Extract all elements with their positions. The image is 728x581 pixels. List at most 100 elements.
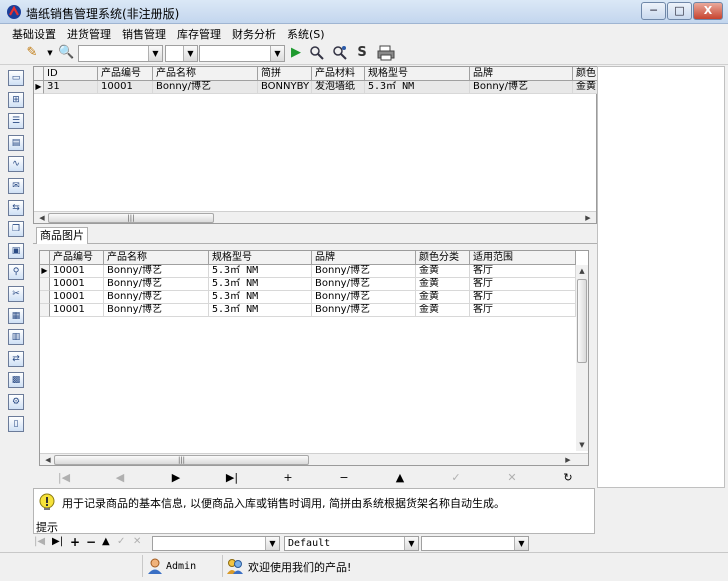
scroll-thumb[interactable] <box>577 279 587 363</box>
chevron-down-icon[interactable]: ▼ <box>183 46 197 61</box>
dropdown-arrow-icon[interactable]: ▼ <box>42 45 58 61</box>
chevron-down-icon[interactable]: ▼ <box>270 46 284 61</box>
column-header[interactable]: 产品材料 <box>312 67 365 81</box>
pencil-icon[interactable]: ✎ <box>24 45 40 61</box>
column-header[interactable]: 品牌 <box>470 67 573 81</box>
export-icon[interactable]: ⇆ <box>8 199 24 216</box>
column-header[interactable]: 适用范围 <box>470 251 576 265</box>
table-cell[interactable]: 金黄 <box>416 291 470 304</box>
table-cell[interactable]: 5.3㎡ NM <box>209 265 312 278</box>
menu-sales[interactable]: 销售管理 <box>122 26 166 42</box>
user-settings-icon[interactable]: ⚙ <box>8 394 24 410</box>
menu-purchase[interactable]: 进货管理 <box>67 26 111 42</box>
column-header[interactable]: 规格型号 <box>365 67 470 81</box>
chevron-down-icon[interactable]: ▼ <box>148 46 162 61</box>
find-next-icon[interactable] <box>332 45 348 61</box>
table-cell[interactable]: 金黄 <box>416 304 470 317</box>
table-cell[interactable]: 10001 <box>50 304 104 317</box>
bottom-combo-3[interactable]: ▼ <box>421 536 529 551</box>
people-search-icon[interactable]: ⚲ <box>8 264 24 281</box>
table-cell[interactable]: 金黄 <box>416 265 470 278</box>
table-cell[interactable]: 10001 <box>50 291 104 304</box>
chevron-down-icon[interactable]: ▼ <box>265 537 279 550</box>
scroll-right-icon[interactable]: ▶ <box>582 212 594 224</box>
table-cell[interactable]: 10001 <box>98 81 153 94</box>
column-header[interactable]: ID <box>44 67 98 81</box>
delete-record-button[interactable]: − <box>334 470 354 486</box>
remove-icon[interactable]: − <box>86 535 96 549</box>
first-record-icon[interactable]: |◀ <box>34 536 45 547</box>
print-icon[interactable] <box>377 45 395 61</box>
add-icon[interactable]: + <box>70 535 80 549</box>
horizontal-scrollbar[interactable]: ◀ ||| ▶ <box>40 453 588 465</box>
tab-product-image[interactable]: 商品图片 <box>36 227 88 244</box>
table-cell[interactable]: Bonny/博艺 <box>312 291 416 304</box>
layout-combo[interactable]: Default ▼ <box>284 536 419 551</box>
table-cell[interactable]: Bonny/博艺 <box>104 291 209 304</box>
product-image-grid[interactable]: 产品编号 产品名称 规格型号 品牌 颜色分类 适用范围 ▶ 10001 Bonny/博艺 5.3㎡… <box>39 250 589 466</box>
table-cell[interactable]: 金黄 <box>573 81 598 94</box>
sheet-icon[interactable]: ▥ <box>8 329 24 346</box>
table-cell[interactable]: 5.3㎡ NM <box>365 81 470 94</box>
row-indicator[interactable] <box>40 291 50 304</box>
table-cell[interactable]: Bonny/博艺 <box>104 265 209 278</box>
play-icon[interactable]: ▶ <box>288 45 304 61</box>
toolbar-combo-operator[interactable]: ▼ <box>165 45 198 62</box>
column-header[interactable]: 产品编号 <box>98 67 153 81</box>
maximize-button[interactable]: □ <box>667 2 692 20</box>
up-icon[interactable]: ▲ <box>102 536 110 547</box>
edit-record-button[interactable]: ▲ <box>390 470 410 486</box>
document-icon[interactable]: ▤ <box>8 134 24 151</box>
table-cell[interactable]: Bonny/博艺 <box>470 81 573 94</box>
prior-record-button[interactable]: ◀ <box>110 470 130 486</box>
chart-icon[interactable]: ∿ <box>8 156 24 173</box>
check-icon[interactable]: ✓ <box>117 536 125 547</box>
next-record-button[interactable]: ▶ <box>166 470 186 486</box>
scroll-down-icon[interactable]: ▼ <box>576 439 588 451</box>
search-zoom-icon[interactable]: 🔍 <box>58 45 74 61</box>
column-header[interactable]: 颜色分类 <box>416 251 470 265</box>
chevron-down-icon[interactable]: ▼ <box>514 537 528 550</box>
table-cell[interactable]: 5.3㎡ NM <box>209 291 312 304</box>
column-header[interactable]: 颜色 <box>573 67 598 81</box>
toolbar-combo-value[interactable]: ▼ <box>199 45 285 62</box>
menu-inventory[interactable]: 库存管理 <box>177 26 221 42</box>
table-cell[interactable]: 客厅 <box>470 304 576 317</box>
vertical-scrollbar[interactable]: ▲ ▼ <box>576 265 588 451</box>
last-record-button[interactable]: ▶| <box>222 470 242 486</box>
table-cell[interactable]: Bonny/博艺 <box>104 278 209 291</box>
scroll-thumb[interactable]: ||| <box>54 455 309 465</box>
table-cell[interactable]: Bonny/博艺 <box>312 265 416 278</box>
table-cell[interactable]: 10001 <box>50 265 104 278</box>
table-cell[interactable]: 发泡墙纸 <box>312 81 365 94</box>
table-cell[interactable]: 10001 <box>50 278 104 291</box>
column-header[interactable]: 规格型号 <box>209 251 312 265</box>
column-header[interactable]: 简拼 <box>258 67 312 81</box>
row-indicator[interactable]: ▶ <box>40 265 50 278</box>
last-record-icon[interactable]: ▶| <box>52 536 63 547</box>
gift-icon[interactable]: ▣ <box>8 242 24 259</box>
report-icon[interactable]: ▦ <box>8 307 24 324</box>
row-indicator[interactable] <box>40 304 50 317</box>
scroll-up-icon[interactable]: ▲ <box>576 265 588 277</box>
menu-basic-settings[interactable]: 基础设置 <box>12 26 56 42</box>
insert-record-button[interactable]: + <box>278 470 298 486</box>
grid-icon[interactable]: ▩ <box>8 372 24 389</box>
clipboard-icon[interactable]: ✉ <box>8 178 24 194</box>
horizontal-scrollbar[interactable]: ◀ ||| ▶ <box>34 211 596 223</box>
column-header[interactable]: 产品编号 <box>50 251 104 265</box>
table-cell[interactable]: 金黄 <box>416 278 470 291</box>
row-indicator[interactable] <box>40 278 50 291</box>
table-cell[interactable]: Bonny/博艺 <box>312 304 416 317</box>
row-indicator[interactable]: ▶ <box>34 81 44 94</box>
trash-icon[interactable]: ▯ <box>8 415 24 432</box>
close-button[interactable]: X <box>693 2 723 20</box>
cancel-icon[interactable]: ✕ <box>133 536 141 547</box>
copy-icon[interactable]: ❐ <box>8 221 24 238</box>
column-header[interactable]: 品牌 <box>312 251 416 265</box>
find-icon[interactable] <box>309 45 325 61</box>
table-cell[interactable]: 5.3㎡ NM <box>209 278 312 291</box>
table-cell[interactable]: 客厅 <box>470 278 576 291</box>
column-header[interactable]: 产品名称 <box>104 251 209 265</box>
menu-finance[interactable]: 财务分析 <box>232 26 276 42</box>
